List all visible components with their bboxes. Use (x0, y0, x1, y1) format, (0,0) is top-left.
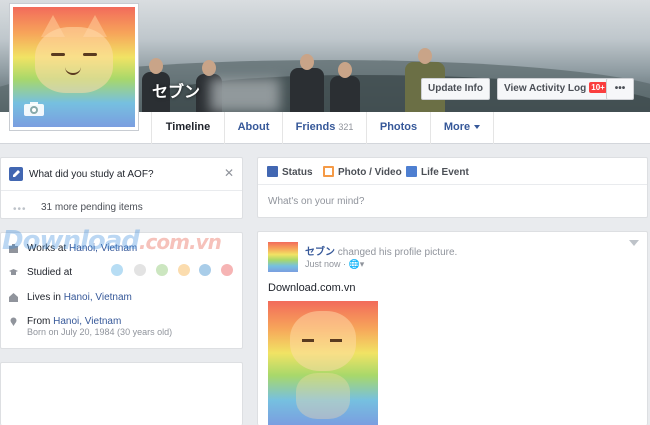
pending-items-link[interactable]: 31 more pending items (41, 202, 143, 213)
post-action: changed his profile picture. (337, 247, 458, 258)
activity-log-label: View Activity Log (504, 83, 587, 94)
tab-friends-label: Friends (295, 121, 336, 133)
activity-badge: 10+ (589, 82, 607, 93)
studied-label: Studied at (27, 267, 73, 278)
more-dots-icon: ••• (13, 204, 27, 215)
cover-person (330, 62, 360, 112)
watermark: Download.com.vn (2, 226, 222, 256)
cat-eye (302, 339, 314, 342)
cat-eye (51, 53, 65, 56)
divider (1, 190, 242, 191)
timeline-post: セブン changed his profile picture. Just no… (257, 231, 648, 425)
post-author-avatar[interactable] (268, 242, 298, 272)
composer-life-label: Life Event (421, 167, 469, 178)
school-suggestion[interactable] (221, 264, 233, 276)
divider (258, 184, 647, 185)
cat-face (35, 27, 113, 93)
graduation-cap-icon (9, 269, 18, 275)
flag-icon (406, 166, 417, 177)
post-options-chevron-icon[interactable] (629, 240, 639, 246)
post-image[interactable] (268, 301, 378, 425)
from-row: From Hanoi, Vietnam Born on July 20, 198… (9, 316, 172, 337)
home-icon (9, 293, 18, 302)
tab-friends[interactable]: Friends 321 (282, 112, 366, 144)
question-card: What did you study at AOF? ✕ ••• 31 more… (0, 157, 243, 219)
from-prefix: From (27, 316, 54, 327)
lives-prefix: Lives in (27, 292, 64, 303)
status-input[interactable]: What's on your mind? (268, 196, 364, 207)
left-column-card (0, 362, 243, 425)
map-pin-icon (10, 317, 17, 326)
profile-picture-image (13, 7, 135, 127)
photo-icon (323, 166, 334, 177)
from-place-link[interactable]: Hanoi, Vietnam (53, 316, 121, 327)
birthday-text: Born on July 20, 1984 (30 years old) (27, 327, 173, 337)
profile-name[interactable]: セブン (152, 78, 200, 102)
tab-photos[interactable]: Photos (366, 112, 430, 144)
pencil-icon (267, 166, 278, 177)
tab-more-label: More (443, 121, 471, 133)
composer-status-label: Status (282, 167, 313, 178)
school-suggestion[interactable] (111, 264, 123, 276)
chevron-down-icon (474, 125, 481, 129)
post-text: Download.com.vn (268, 282, 356, 294)
update-info-button[interactable]: Update Info (421, 78, 490, 100)
cover-person (290, 54, 324, 112)
cat-body (296, 373, 350, 419)
composer-card: Status Photo / Video Life Event What's o… (257, 157, 648, 218)
watermark-domain: .com.vn (138, 230, 222, 254)
view-activity-log-button[interactable]: View Activity Log 10+ (497, 78, 614, 100)
tab-timeline[interactable]: Timeline (151, 112, 224, 144)
cat-eye (330, 339, 342, 342)
post-time-text[interactable]: Just now · (305, 259, 349, 269)
school-suggestion[interactable] (178, 264, 190, 276)
cat-face (290, 311, 356, 371)
post-author-link[interactable]: セブン (305, 247, 335, 258)
blurred-area (210, 78, 280, 112)
composer-photo-label: Photo / Video (338, 167, 402, 178)
watermark-main: Download (2, 226, 140, 256)
post-header: セブン changed his profile picture. (305, 243, 457, 258)
composer-tab-photo-video[interactable]: Photo / Video (323, 166, 402, 178)
school-suggestion[interactable] (134, 264, 146, 276)
school-suggestion[interactable] (199, 264, 211, 276)
composer-tab-status[interactable]: Status (267, 166, 313, 178)
school-suggestion[interactable] (156, 264, 168, 276)
lives-row: Lives in Hanoi, Vietnam (9, 292, 132, 303)
tab-about[interactable]: About (224, 112, 282, 144)
pencil-icon (9, 167, 23, 181)
tab-more[interactable]: More (430, 112, 494, 144)
profile-picture[interactable] (9, 3, 139, 131)
cat-eye (83, 53, 97, 56)
post-timestamp: Just now · 🌐▾ (305, 259, 364, 270)
lives-place-link[interactable]: Hanoi, Vietnam (64, 292, 132, 303)
studied-row: Studied at (9, 267, 72, 278)
friends-count: 321 (338, 122, 354, 132)
more-options-button[interactable]: ••• (606, 78, 634, 100)
close-icon[interactable]: ✕ (224, 166, 234, 180)
composer-tab-life-event[interactable]: Life Event (406, 166, 469, 178)
privacy-globe-icon[interactable]: 🌐▾ (349, 259, 365, 269)
question-text[interactable]: What did you study at AOF? (29, 169, 154, 180)
camera-icon[interactable] (23, 101, 45, 117)
